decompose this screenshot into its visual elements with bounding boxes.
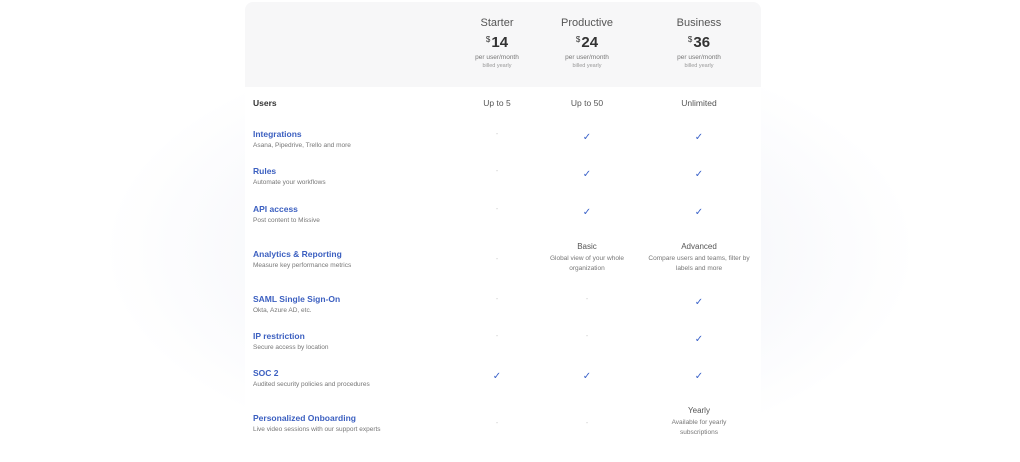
dash-icon: - — [585, 296, 589, 303]
onboarding-business: Yearly Available for yearly subscription… — [639, 406, 759, 438]
currency-symbol: $ — [575, 35, 581, 44]
checkmark-icon: ✓ — [582, 371, 592, 382]
analytics-detail: Compare users and teams, filter by label… — [648, 255, 750, 272]
plan-name: Productive — [561, 17, 613, 29]
price-value: 14 — [491, 34, 509, 51]
feature-title: IP restriction — [253, 331, 305, 341]
users-business: Unlimited — [681, 98, 717, 108]
checkmark-icon: ✓ — [582, 207, 592, 218]
feature-description: Audited security policies and procedures — [253, 381, 370, 388]
pricing-header: Starter $14 per user/month billed yearly… — [245, 2, 761, 87]
pricing-comparison-table: Starter $14 per user/month billed yearly… — [245, 2, 761, 462]
analytics-productive: Basic Global view of your whole organiza… — [527, 242, 647, 274]
feature-row-api-access: API access Post content to Missive - ✓ ✓ — [245, 204, 761, 242]
dash-icon: - — [585, 333, 589, 340]
onboarding-detail: Available for yearly subscriptions — [671, 419, 727, 436]
feature-description: Live video sessions with our support exp… — [253, 426, 381, 433]
feature-row-ip-restriction: IP restriction Secure access by location… — [245, 331, 761, 369]
feature-row-analytics-reporting: Analytics & Reporting Measure key perfor… — [245, 242, 761, 288]
onboarding-plan: Yearly — [688, 406, 710, 415]
currency-symbol: $ — [687, 35, 693, 44]
price-value: 24 — [581, 34, 599, 51]
checkmark-icon: ✓ — [694, 207, 704, 218]
feature-description: Automate your workflows — [253, 179, 326, 186]
users-productive: Up to 50 — [570, 98, 604, 108]
checkmark-icon: ✓ — [582, 169, 592, 180]
plan-price: $24 — [527, 34, 647, 51]
billing-note: billed yearly — [572, 63, 602, 69]
users-label: Users — [253, 98, 277, 108]
feature-title: Integrations — [253, 129, 302, 139]
checkmark-icon: ✓ — [694, 169, 704, 180]
analytics-level: Basic — [577, 242, 597, 251]
analytics-business: Advanced Compare users and teams, filter… — [639, 242, 759, 274]
feature-title: Analytics & Reporting — [253, 249, 342, 259]
feature-row-integrations: Integrations Asana, Pipedrive, Trello an… — [245, 129, 761, 167]
feature-row-personalized-onboarding: Personalized Onboarding Live video sessi… — [245, 406, 761, 448]
feature-title: Rules — [253, 166, 277, 176]
feature-title: Personalized Onboarding — [253, 413, 356, 423]
plan-name: Business — [676, 17, 722, 29]
feature-row-rules: Rules Automate your workflows - ✓ ✓ — [245, 166, 761, 204]
feature-row-saml-sso: SAML Single Sign-On Okta, Azure AD, etc.… — [245, 294, 761, 332]
feature-title: SAML Single Sign-On — [253, 294, 341, 304]
checkmark-icon: ✓ — [694, 371, 704, 382]
feature-row-soc2: SOC 2 Audited security policies and proc… — [245, 368, 761, 406]
price-unit: per user/month — [677, 54, 721, 61]
price-unit: per user/month — [565, 54, 609, 61]
feature-title: SOC 2 — [253, 368, 279, 378]
feature-description: Measure key performance metrics — [253, 262, 352, 269]
billing-note: billed yearly — [684, 63, 714, 69]
currency-symbol: $ — [485, 35, 491, 44]
price-value: 36 — [693, 34, 711, 51]
analytics-detail: Global view of your whole organization — [549, 255, 625, 272]
feature-description: Asana, Pipedrive, Trello and more — [253, 142, 351, 149]
checkmark-icon: ✓ — [582, 132, 592, 143]
plan-price: $36 — [639, 34, 759, 51]
dash-icon: - — [585, 420, 589, 427]
checkmark-icon: ✓ — [694, 297, 704, 308]
feature-title: API access — [253, 204, 298, 214]
feature-description: Secure access by location — [253, 344, 329, 351]
analytics-level: Advanced — [681, 242, 717, 251]
feature-description: Okta, Azure AD, etc. — [253, 307, 312, 314]
feature-description: Post content to Missive — [253, 217, 320, 224]
checkmark-icon: ✓ — [694, 334, 704, 345]
checkmark-icon: ✓ — [694, 132, 704, 143]
